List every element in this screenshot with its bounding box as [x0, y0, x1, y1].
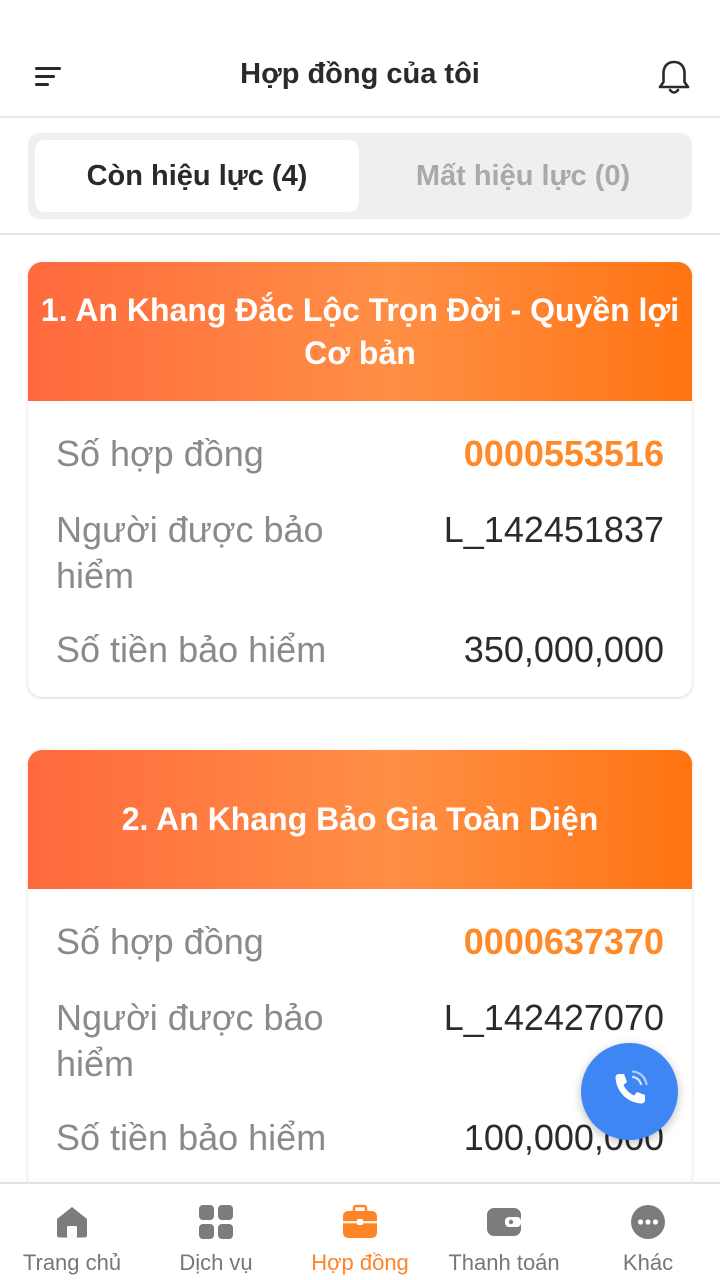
- insured-label: Người được bảo hiểm: [56, 997, 324, 1084]
- page-title: Hợp đồng của tôi: [240, 58, 480, 90]
- nav-item-payment[interactable]: Thanh toán: [432, 1184, 576, 1280]
- insured-row: Người được bảo hiểm L_142451837: [28, 507, 692, 611]
- contract-number-row: Số hợp đồng 0000553516: [28, 431, 692, 493]
- more-icon: [630, 1204, 666, 1240]
- tab-active-contracts[interactable]: Còn hiệu lực (4): [35, 140, 359, 212]
- contract-number-row: Số hợp đồng 0000637370: [28, 919, 692, 981]
- insured-label: Người được bảo hiểm: [56, 509, 324, 596]
- bottom-navigation: Trang chủ Dịch vụ Hợp đồng Thanh toán Kh…: [0, 1182, 720, 1280]
- grid-icon: [198, 1204, 234, 1240]
- contract-title: 1. An Khang Đắc Lộc Trọn Đời - Quyền lợi…: [28, 262, 692, 401]
- nav-item-home[interactable]: Trang chủ: [0, 1184, 144, 1280]
- nav-label: Trang chủ: [22, 1250, 122, 1275]
- contract-number-value: 0000553516: [463, 433, 664, 474]
- bell-icon[interactable]: [656, 58, 692, 98]
- contract-status-tabs: Còn hiệu lực (4) Mất hiệu lực (0): [28, 133, 692, 219]
- sum-insured-value: 350,000,000: [463, 629, 664, 670]
- nav-label: Khác: [622, 1250, 674, 1275]
- app-header: Hợp đồng của tôi: [0, 0, 720, 118]
- contract-card[interactable]: 2. An Khang Bảo Gia Toàn Diện Số hợp đồn…: [28, 750, 692, 1190]
- nav-label: Dịch vụ: [179, 1250, 253, 1275]
- insured-value: L_142427070: [443, 997, 664, 1038]
- sum-insured-row: Số tiền bảo hiểm 350,000,000: [28, 627, 692, 697]
- nav-label: Hợp đồng: [311, 1250, 409, 1275]
- nav-item-more[interactable]: Khác: [576, 1184, 720, 1280]
- nav-item-contracts[interactable]: Hợp đồng: [288, 1184, 432, 1280]
- wallet-icon: [486, 1204, 522, 1240]
- briefcase-icon: [342, 1204, 378, 1240]
- contract-number-value: 0000637370: [463, 921, 664, 962]
- sum-insured-row: Số tiền bảo hiểm 100,000,000: [28, 1115, 692, 1185]
- divider: [0, 233, 720, 235]
- nav-item-services[interactable]: Dịch vụ: [144, 1184, 288, 1280]
- contract-title: 2. An Khang Bảo Gia Toàn Diện: [28, 750, 692, 889]
- home-icon: [54, 1204, 90, 1240]
- insured-value: L_142451837: [443, 509, 664, 550]
- tab-expired-contracts[interactable]: Mất hiệu lực (0): [361, 140, 685, 212]
- contract-card[interactable]: 1. An Khang Đắc Lộc Trọn Đời - Quyền lợi…: [28, 262, 692, 697]
- call-button[interactable]: [581, 1043, 678, 1140]
- nav-label: Thanh toán: [448, 1250, 560, 1275]
- phone-call-icon: [608, 1067, 652, 1116]
